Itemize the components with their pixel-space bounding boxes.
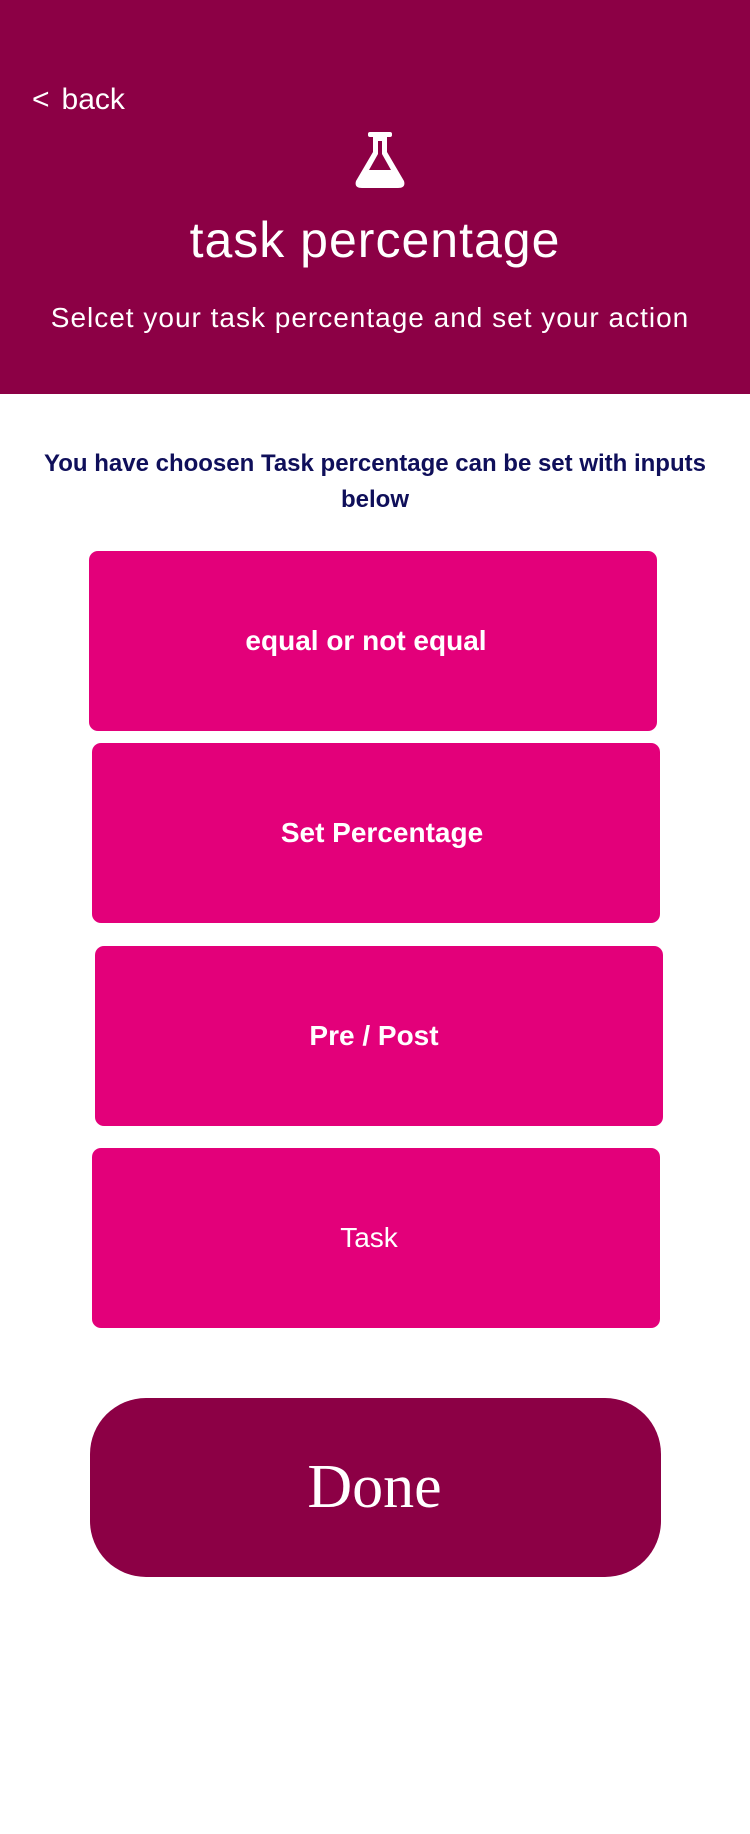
header: < back task percentage Selcet your task p… <box>0 0 750 394</box>
chevron-left-icon: < <box>32 83 50 116</box>
task-button[interactable]: Task <box>92 1148 660 1328</box>
task-percentage-screen: < back task percentage Selcet your task p… <box>0 0 750 1834</box>
pre-post-button[interactable]: Pre / Post <box>95 946 663 1126</box>
option-label: equal or not equal <box>245 625 487 656</box>
page-title: task percentage <box>189 212 561 268</box>
option-label: Set Percentage <box>280 817 484 848</box>
page-subtitle: Selcet your task percentage and set your… <box>50 302 690 333</box>
option-label: Task <box>340 1222 398 1253</box>
flask-icon <box>355 132 405 188</box>
set-percentage-button[interactable]: Set Percentage <box>92 743 660 923</box>
back-button[interactable]: < back <box>32 80 125 120</box>
back-label: back <box>61 83 125 116</box>
option-label: Pre / Post <box>309 1020 439 1051</box>
equal-or-not-equal-button[interactable]: equal or not equal <box>89 551 657 731</box>
instruction-text: You have choosen Task percentage can be … <box>44 450 706 513</box>
done-button[interactable]: Done <box>90 1398 661 1577</box>
done-label: Done <box>307 1453 442 1521</box>
